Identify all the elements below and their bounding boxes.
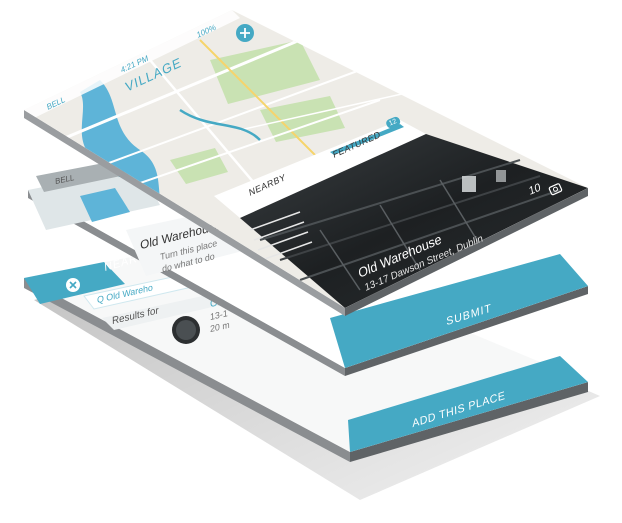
- top-screen: BELL 4:21 PM 100% VILLAGE NEARBY FEATURE…: [0, 0, 622, 518]
